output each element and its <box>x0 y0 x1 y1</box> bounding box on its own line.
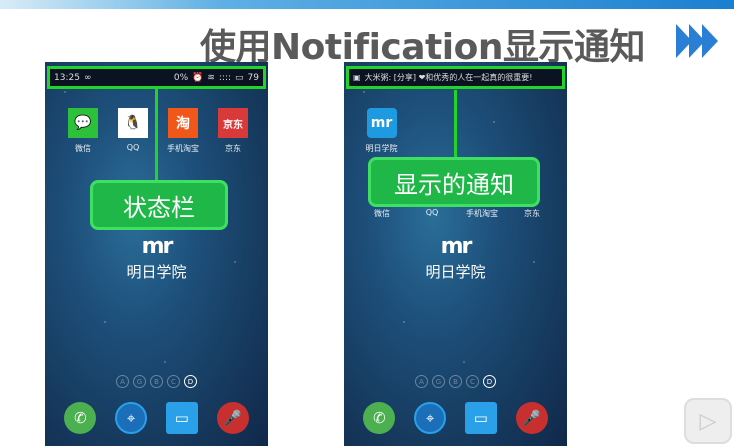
phone-icon[interactable]: ✆ <box>64 402 97 434</box>
wifi-icon: ≋ <box>207 72 215 83</box>
app-wechat[interactable]: 微信 <box>362 208 402 219</box>
battery-icon: ▭ <box>235 72 244 83</box>
phone-screenshot-statusbar: 13:25 ∞ 0% ⏰ ≋ :::: ▭ 79 💬微信 🐧QQ 淘手机淘宝 京… <box>45 62 268 446</box>
messages-icon[interactable]: ▭ <box>464 402 497 434</box>
app-label: 微信 <box>374 209 390 218</box>
status-time: 13:25 <box>54 72 80 83</box>
page-dot[interactable]: B <box>449 375 462 388</box>
dock: ✆ ⌖ ▭ 🎤 <box>45 402 268 434</box>
voice-icon[interactable]: 🎤 <box>216 402 249 434</box>
notification-text: 大米粥: [分享] ❤和优秀的人在一起真的很重要! <box>364 73 533 82</box>
brand-name: 明日学院 <box>126 263 187 281</box>
app-qq[interactable]: QQ <box>412 208 452 217</box>
app-label: QQ <box>126 143 140 152</box>
app-wechat[interactable]: 💬 微信 <box>63 108 103 154</box>
page-dot[interactable]: A <box>415 375 428 388</box>
app-jd[interactable]: 京东 京东 <box>213 108 253 154</box>
browser-icon[interactable]: ⌖ <box>115 402 148 434</box>
page-indicator: AGBCD <box>344 375 567 388</box>
callout-notification: 显示的通知 <box>368 157 540 207</box>
page-indicator: AGBCD <box>45 375 268 388</box>
play-icon[interactable]: ▷ <box>684 398 732 444</box>
brand-widget: mr 明日学院 <box>45 234 268 282</box>
callout-line <box>454 90 457 160</box>
app-label: 京东 <box>225 144 241 153</box>
phone-icon[interactable]: ✆ <box>363 402 396 434</box>
browser-icon[interactable]: ⌖ <box>414 402 447 434</box>
infinity-icon: ∞ <box>83 72 92 83</box>
signal-icon: :::: <box>218 72 232 83</box>
phone-screenshot-notification: ▣ 大米粥: [分享] ❤和优秀的人在一起真的很重要! mr 明日学院 微信 QQ… <box>344 62 567 446</box>
app-label: QQ <box>425 208 439 217</box>
app-taobao[interactable]: 手机淘宝 <box>462 208 502 219</box>
app-label: 手机淘宝 <box>167 144 199 153</box>
callout-line <box>155 89 158 181</box>
slide-top-bar <box>0 0 734 9</box>
messages-icon[interactable]: ▭ <box>165 402 198 434</box>
app-qq[interactable]: 🐧 QQ <box>113 108 153 152</box>
mr-logo-icon: mr <box>141 234 174 259</box>
data-rate: 0% <box>173 72 189 83</box>
page-dot[interactable]: D <box>483 375 496 388</box>
status-bar: 13:25 ∞ 0% ⏰ ≋ :::: ▭ 79 <box>47 66 266 89</box>
alarm-icon: ⏰ <box>192 72 204 83</box>
app-taobao[interactable]: 淘手机淘宝 <box>163 108 203 154</box>
page-dot[interactable]: C <box>167 375 180 388</box>
page-dot[interactable]: G <box>133 375 146 388</box>
page-dot[interactable]: D <box>184 375 197 388</box>
page-dot[interactable]: A <box>116 375 129 388</box>
jd-icon: 京东 <box>218 108 248 138</box>
callout-status-bar: 状态栏 <box>90 180 228 230</box>
brand-name: 明日学院 <box>425 263 486 281</box>
app-label: 京东 <box>524 209 540 218</box>
dock: ✆ ⌖ ▭ 🎤 <box>344 402 567 434</box>
mr-app-icon: mr <box>366 108 397 138</box>
notification-app-icon: ▣ <box>353 73 361 82</box>
wechat-icon: 💬 <box>68 108 98 138</box>
app-label: 微信 <box>75 144 91 153</box>
app-mingri[interactable]: mr 明日学院 <box>359 108 404 154</box>
battery-level: 79 <box>247 72 259 83</box>
app-jd[interactable]: 京东 <box>512 208 552 219</box>
taobao-icon: 淘 <box>168 108 198 138</box>
app-label: 手机淘宝 <box>466 209 498 218</box>
voice-icon[interactable]: 🎤 <box>515 402 548 434</box>
brand-widget: mr 明日学院 <box>344 234 567 282</box>
chevrons-icon <box>676 24 718 58</box>
mr-logo-icon: mr <box>440 234 473 259</box>
app-label: 明日学院 <box>365 144 398 153</box>
qq-icon: 🐧 <box>118 108 148 138</box>
page-dot[interactable]: C <box>466 375 479 388</box>
notification-bar[interactable]: ▣ 大米粥: [分享] ❤和优秀的人在一起真的很重要! <box>346 66 565 89</box>
page-dot[interactable]: B <box>150 375 163 388</box>
page-dot[interactable]: G <box>432 375 445 388</box>
